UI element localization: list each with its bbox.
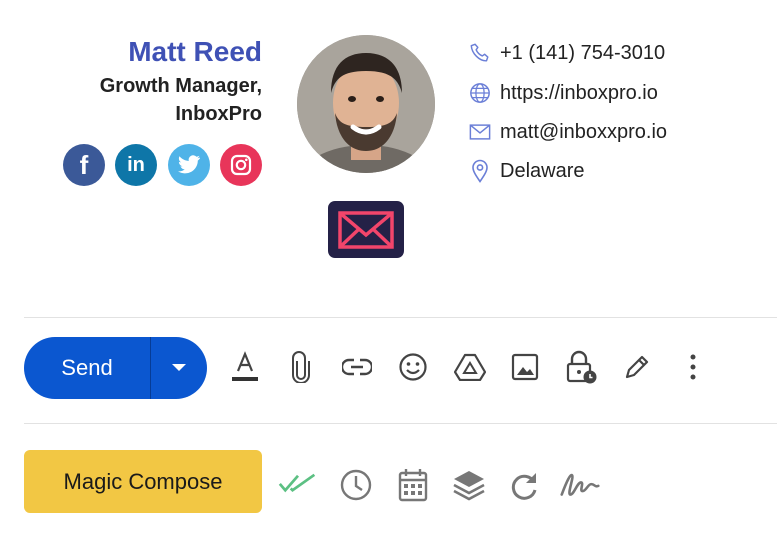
signature-title-line1: Growth Manager, — [99, 75, 262, 97]
envelope-badge-icon — [328, 201, 404, 258]
contact-location: Delaware — [468, 157, 584, 185]
signature-title-line2: InboxPro — [175, 103, 262, 125]
calendar-icon[interactable] — [393, 465, 433, 505]
divider-bottom — [24, 423, 777, 424]
attach-icon[interactable] — [281, 347, 321, 387]
contact-phone: +1 (141) 754-3010 — [468, 39, 665, 67]
send-options-button[interactable] — [151, 337, 207, 399]
contact-email-text[interactable]: matt@inboxxpro.io — [500, 121, 667, 144]
signature-name: Matt Reed — [128, 36, 262, 67]
contact-website[interactable]: https://inboxpro.io — [468, 79, 658, 107]
contact-location-text: Delaware — [500, 159, 585, 182]
contact-phone-text: +1 (141) 754-3010 — [500, 41, 666, 64]
confidential-lock-icon[interactable] — [561, 347, 601, 387]
twitter-icon[interactable] — [168, 144, 210, 186]
emoji-icon[interactable] — [393, 347, 433, 387]
link-icon[interactable] — [337, 347, 377, 387]
signature-title: Growth Manager, InboxPro — [42, 72, 262, 128]
send-button[interactable]: Send — [24, 337, 150, 399]
chevron-down-icon — [172, 364, 186, 371]
text-format-icon[interactable] — [225, 347, 265, 387]
clock-icon[interactable] — [336, 465, 376, 505]
instagram-icon[interactable] — [220, 144, 262, 186]
linkedin-glyph: in — [127, 153, 145, 176]
linkedin-icon[interactable]: in — [115, 144, 157, 186]
location-pin-icon — [468, 159, 492, 183]
signature-pen-icon[interactable] — [617, 347, 657, 387]
phone-icon — [468, 41, 492, 65]
image-icon[interactable] — [505, 347, 545, 387]
layers-icon[interactable] — [449, 465, 489, 505]
facebook-icon[interactable]: f — [63, 144, 105, 186]
signature-scribble-icon[interactable] — [560, 465, 600, 505]
globe-icon — [468, 81, 492, 105]
divider-top — [24, 317, 777, 318]
facebook-glyph: f — [79, 149, 89, 180]
avatar — [297, 35, 435, 173]
mail-icon — [468, 120, 492, 144]
redo-icon[interactable] — [505, 465, 545, 505]
drive-icon[interactable] — [450, 347, 490, 387]
contact-website-text[interactable]: https://inboxpro.io — [500, 82, 658, 105]
double-check-icon[interactable] — [278, 463, 318, 503]
more-options-icon[interactable] — [673, 347, 713, 387]
contact-email[interactable]: matt@inboxxpro.io — [468, 118, 667, 146]
magic-compose-button[interactable]: Magic Compose — [24, 450, 262, 513]
